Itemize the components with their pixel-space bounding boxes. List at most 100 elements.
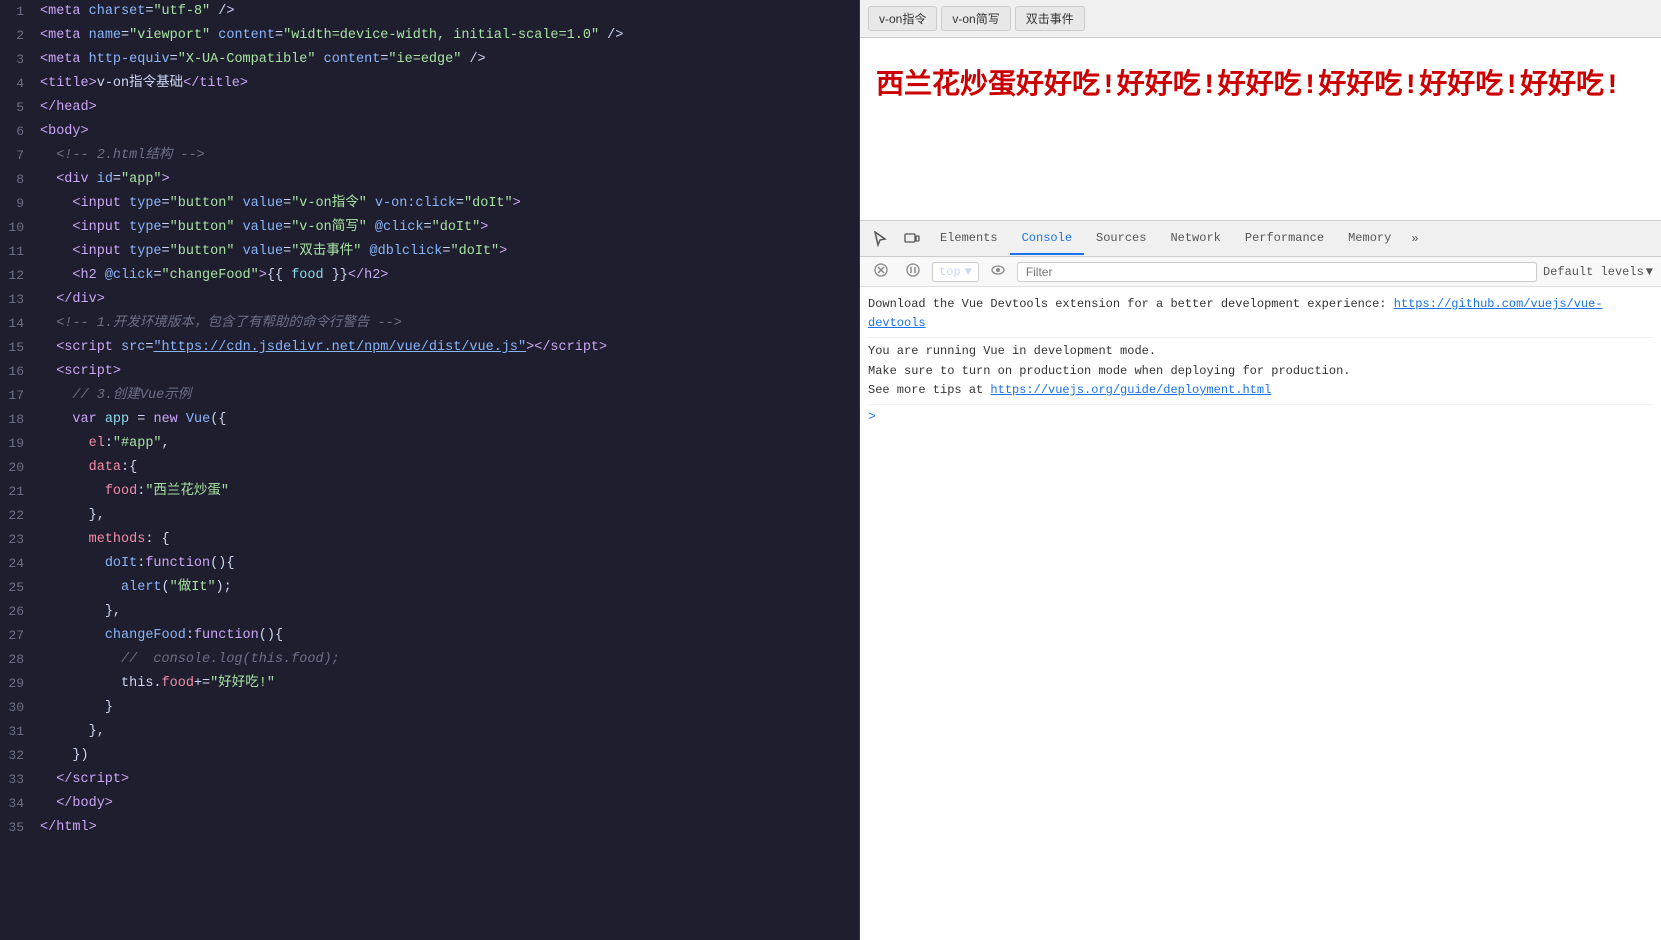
- devtools-more-btn[interactable]: »: [1403, 226, 1426, 252]
- line-number: 14: [0, 312, 40, 336]
- console-eye-btn[interactable]: [985, 261, 1011, 282]
- code-line-34: 34 </body>: [0, 792, 859, 816]
- line-content: alert("做It");: [40, 576, 851, 600]
- dblclick-button[interactable]: 双击事件: [1015, 6, 1085, 31]
- code-line-10: 10 <input type="button" value="v-on简写" @…: [0, 216, 859, 240]
- line-number: 7: [0, 144, 40, 168]
- line-content: <div id="app">: [40, 168, 851, 192]
- line-content: <script src="https://cdn.jsdelivr.net/np…: [40, 336, 851, 360]
- line-content: <input type="button" value="双击事件" @dblcl…: [40, 240, 851, 264]
- console-clear-btn[interactable]: [868, 261, 894, 282]
- code-line-35: 35</html>: [0, 816, 859, 840]
- code-line-2: 2<meta name="viewport" content="width=de…: [0, 24, 859, 48]
- code-line-27: 27 changeFood:function(){: [0, 624, 859, 648]
- line-content: this.food+="好好吃!": [40, 672, 851, 696]
- von-short-button[interactable]: v-on简写: [941, 6, 1010, 31]
- devtools-tab-performance[interactable]: Performance: [1233, 223, 1336, 255]
- console-msg-0: Download the Vue Devtools extension for …: [868, 291, 1653, 338]
- line-number: 3: [0, 48, 40, 72]
- devtools-tab-console[interactable]: Console: [1010, 223, 1084, 255]
- devtools-tab-list: ElementsConsoleSourcesNetworkPerformance…: [928, 223, 1403, 255]
- page-heading[interactable]: 西兰花炒蛋好好吃!好好吃!好好吃!好好吃!好好吃!好好吃!: [876, 62, 1645, 102]
- code-line-3: 3<meta http-equiv="X-UA-Compatible" cont…: [0, 48, 859, 72]
- device-icon: [904, 231, 920, 247]
- line-content: <body>: [40, 120, 851, 144]
- line-number: 10: [0, 216, 40, 240]
- console-pause-btn[interactable]: [900, 261, 926, 282]
- devtools-tab-sources[interactable]: Sources: [1084, 223, 1158, 255]
- code-line-1: 1<meta charset="utf-8" />: [0, 0, 859, 24]
- context-dropdown-icon: ▼: [965, 265, 972, 279]
- line-content: },: [40, 720, 851, 744]
- code-line-16: 16 <script>: [0, 360, 859, 384]
- line-number: 35: [0, 816, 40, 840]
- line-content: </html>: [40, 816, 851, 840]
- line-number: 21: [0, 480, 40, 504]
- line-content: food:"西兰花炒蛋": [40, 480, 851, 504]
- code-line-17: 17 // 3.创建Vue示例: [0, 384, 859, 408]
- code-line-31: 31 },: [0, 720, 859, 744]
- line-number: 29: [0, 672, 40, 696]
- line-number: 5: [0, 96, 40, 120]
- pause-icon: [906, 263, 920, 277]
- line-number: 33: [0, 768, 40, 792]
- line-number: 13: [0, 288, 40, 312]
- line-content: el:"#app",: [40, 432, 851, 456]
- line-content: <title>v-on指令基础</title>: [40, 72, 851, 96]
- line-number: 17: [0, 384, 40, 408]
- devtools-tab-network[interactable]: Network: [1158, 223, 1232, 255]
- clear-icon: [874, 263, 888, 277]
- line-content: },: [40, 600, 851, 624]
- code-lines: 1<meta charset="utf-8" />2<meta name="vi…: [0, 0, 859, 840]
- line-content: }): [40, 744, 851, 768]
- line-content: doIt:function(){: [40, 552, 851, 576]
- line-content: </script>: [40, 768, 851, 792]
- line-content: changeFood:function(){: [40, 624, 851, 648]
- devtools-link-0[interactable]: https://github.com/vuejs/vue-devtools: [868, 297, 1603, 330]
- code-line-11: 11 <input type="button" value="双击事件" @db…: [0, 240, 859, 264]
- console-prompt[interactable]: >: [868, 405, 1653, 428]
- inspect-icon-btn[interactable]: [864, 225, 896, 253]
- line-number: 27: [0, 624, 40, 648]
- line-number: 20: [0, 456, 40, 480]
- code-line-30: 30 }: [0, 696, 859, 720]
- von-directive-button[interactable]: v-on指令: [868, 6, 937, 31]
- context-label: top: [939, 265, 961, 279]
- right-panel: v-on指令 v-on简写 双击事件 西兰花炒蛋好好吃!好好吃!好好吃!好好吃!…: [860, 0, 1661, 940]
- devtools-link-1[interactable]: https://vuejs.org/guide/deployment.html: [990, 383, 1271, 397]
- code-line-25: 25 alert("做It");: [0, 576, 859, 600]
- line-number: 2: [0, 24, 40, 48]
- line-content: <h2 @click="changeFood">{{ food }}</h2>: [40, 264, 851, 288]
- line-content: <script>: [40, 360, 851, 384]
- context-selector[interactable]: top ▼: [932, 262, 979, 282]
- code-line-32: 32 }): [0, 744, 859, 768]
- code-line-8: 8 <div id="app">: [0, 168, 859, 192]
- device-icon-btn[interactable]: [896, 225, 928, 253]
- code-line-20: 20 data:{: [0, 456, 859, 480]
- line-content: <meta charset="utf-8" />: [40, 0, 851, 24]
- code-line-15: 15 <script src="https://cdn.jsdelivr.net…: [0, 336, 859, 360]
- code-line-29: 29 this.food+="好好吃!": [0, 672, 859, 696]
- console-levels[interactable]: Default levels ▼: [1543, 265, 1653, 279]
- line-number: 23: [0, 528, 40, 552]
- devtools-tab-memory[interactable]: Memory: [1336, 223, 1403, 255]
- browser-preview: v-on指令 v-on简写 双击事件 西兰花炒蛋好好吃!好好吃!好好吃!好好吃!…: [860, 0, 1661, 220]
- line-content: var app = new Vue({: [40, 408, 851, 432]
- line-number: 30: [0, 696, 40, 720]
- code-line-19: 19 el:"#app",: [0, 432, 859, 456]
- line-content: <meta http-equiv="X-UA-Compatible" conte…: [40, 48, 851, 72]
- devtools-tab-elements[interactable]: Elements: [928, 223, 1010, 255]
- line-number: 1: [0, 0, 40, 24]
- devtools-panel: ElementsConsoleSourcesNetworkPerformance…: [860, 220, 1661, 940]
- eye-icon: [991, 263, 1005, 277]
- code-editor: 1<meta charset="utf-8" />2<meta name="vi…: [0, 0, 860, 940]
- line-content: }: [40, 696, 851, 720]
- line-content: },: [40, 504, 851, 528]
- console-filter-input[interactable]: [1017, 262, 1537, 282]
- line-content: data:{: [40, 456, 851, 480]
- line-number: 28: [0, 648, 40, 672]
- prompt-symbol: >: [868, 409, 876, 424]
- line-content: <input type="button" value="v-on简写" @cli…: [40, 216, 851, 240]
- code-line-4: 4<title>v-on指令基础</title>: [0, 72, 859, 96]
- console-levels-icon: ▼: [1646, 265, 1653, 279]
